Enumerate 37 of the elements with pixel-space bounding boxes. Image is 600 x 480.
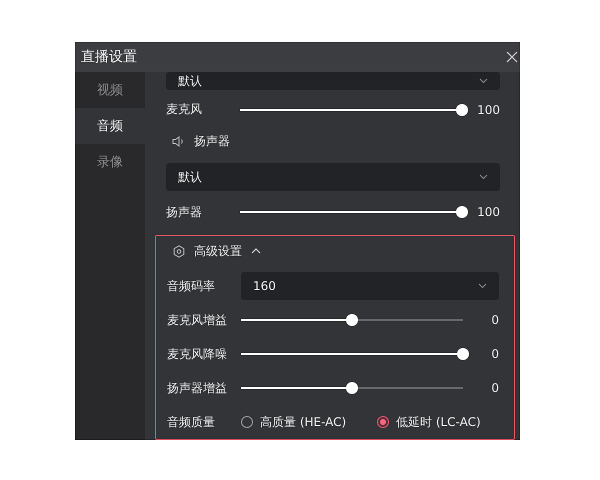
- slider-label: 麦克风: [166, 101, 203, 118]
- chevron-up-icon[interactable]: [251, 248, 261, 254]
- radio-button[interactable]: [377, 416, 389, 428]
- sidebar-tab[interactable]: 视频: [75, 72, 145, 108]
- slider-thumb[interactable]: [346, 382, 358, 394]
- sidebar-tab[interactable]: 录像: [75, 144, 145, 180]
- close-icon[interactable]: [506, 51, 518, 63]
- radio-label[interactable]: 高质量 (HE-AC): [260, 414, 346, 430]
- slider-label: 扬声器增益: [167, 380, 228, 396]
- slider-value: 0: [490, 381, 499, 395]
- slider-label: 扬声器: [166, 204, 203, 221]
- radio-label[interactable]: 低延时 (LC-AC): [396, 414, 481, 430]
- slider-label: 麦克风降噪: [167, 346, 228, 362]
- chevron-down-icon: [479, 78, 488, 84]
- slider-thumb[interactable]: [457, 348, 469, 360]
- slider-thumb[interactable]: [456, 206, 468, 218]
- slider-label: 麦克风增益: [167, 312, 228, 328]
- slider-value: 100: [476, 102, 500, 117]
- field-label: 音频码率: [167, 278, 216, 294]
- speaker-icon: [172, 136, 185, 147]
- slider-value: 0: [490, 313, 499, 327]
- dropdown[interactable]: 默认: [166, 72, 500, 90]
- chevron-down-icon: [479, 174, 488, 180]
- sidebar-tab[interactable]: 音频: [75, 108, 145, 144]
- section-heading: 扬声器: [194, 133, 230, 150]
- field-label: 音频质量: [167, 414, 216, 430]
- chevron-down-icon: [478, 283, 487, 289]
- hexagon-icon: [173, 244, 185, 258]
- slider-value: 100: [476, 205, 500, 220]
- dropdown[interactable]: 160: [241, 272, 499, 300]
- section-heading[interactable]: 高级设置: [194, 242, 242, 260]
- window-title: 直播设置: [81, 48, 137, 66]
- radio-button[interactable]: [241, 416, 253, 428]
- slider-thumb[interactable]: [456, 104, 468, 116]
- slider-thumb[interactable]: [346, 314, 358, 326]
- dropdown[interactable]: 默认: [166, 163, 500, 192]
- slider-value: 0: [490, 347, 499, 361]
